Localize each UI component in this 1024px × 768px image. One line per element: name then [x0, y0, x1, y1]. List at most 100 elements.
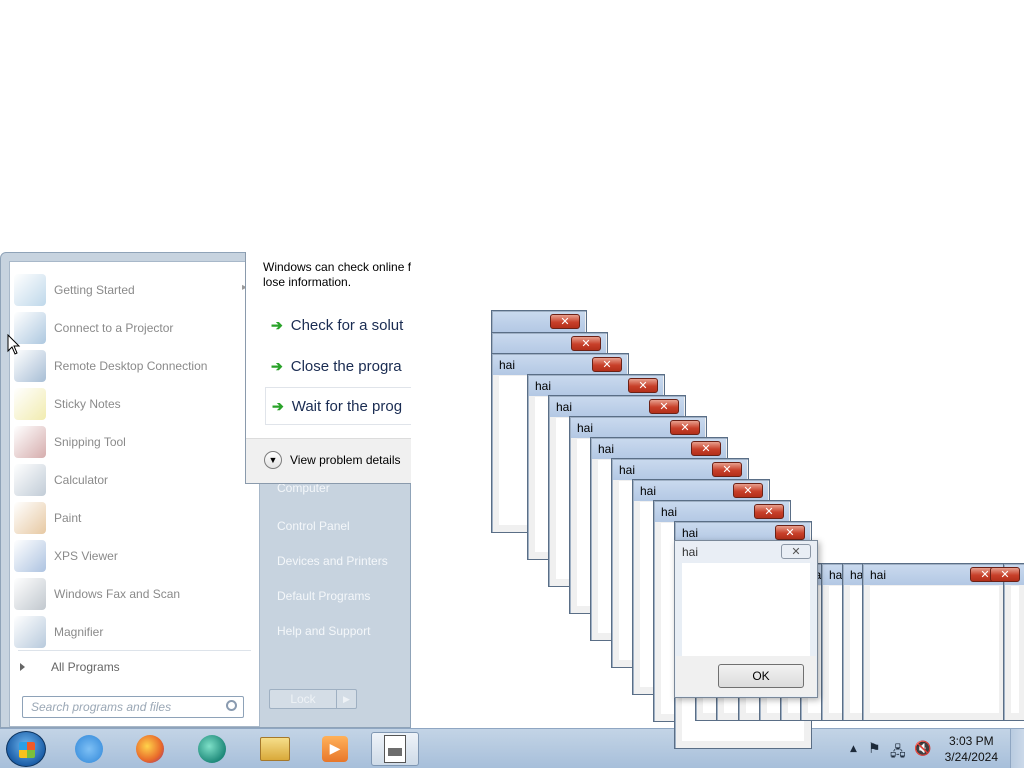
program-item[interactable]: Snipping Tool — [12, 424, 252, 460]
taskbar-media-player[interactable]: ▶ — [312, 732, 358, 766]
program-label: Snipping Tool — [54, 435, 126, 449]
close-icon[interactable]: ✕ — [733, 483, 763, 498]
program-item[interactable]: Remote Desktop Connection — [12, 348, 252, 384]
close-icon[interactable]: ✕ — [754, 504, 784, 519]
paint-icon — [14, 502, 46, 534]
program-label: Windows Fax and Scan — [54, 587, 181, 601]
document-icon — [384, 735, 406, 763]
calculator-icon — [14, 464, 46, 496]
close-icon[interactable]: ✕ — [691, 441, 721, 456]
search-placeholder: Search programs and files — [31, 700, 172, 714]
program-label: Magnifier — [54, 625, 104, 639]
hai-dialog[interactable]: hai✕ — [862, 563, 1007, 721]
taskbar-active-app[interactable] — [371, 732, 419, 766]
system-tray: ▲ ⚑ 🖧 🔇 3:03 PM 3/24/2024 — [824, 729, 1024, 768]
app-circle-icon — [198, 735, 226, 763]
fax-scan-icon — [14, 578, 46, 610]
not-responding-dialog: Windows can check online f lose informat… — [245, 252, 411, 484]
wait-program-option[interactable]: ➔ Wait for the prog — [265, 387, 411, 425]
network-icon[interactable]: 🖧 — [890, 741, 906, 765]
taskbar-internet-explorer[interactable] — [66, 732, 112, 766]
snipping-tool-icon — [14, 426, 46, 458]
lock-button[interactable]: Lock ▶ — [269, 689, 357, 709]
sticky-notes-icon — [14, 388, 46, 420]
program-item[interactable]: Sticky Notes — [12, 386, 252, 422]
all-programs-link[interactable]: All Programs — [20, 660, 120, 674]
divider — [18, 650, 251, 651]
ok-button[interactable]: OK — [718, 664, 804, 688]
volume-muted-icon[interactable]: 🔇 — [914, 741, 931, 757]
dialog-intro-text: Windows can check online f lose informat… — [263, 260, 411, 290]
details-label: View problem details — [290, 453, 401, 467]
media-player-icon: ▶ — [322, 736, 348, 762]
program-item[interactable]: Windows Fax and Scan — [12, 576, 252, 612]
taskbar-file-explorer[interactable] — [252, 732, 298, 766]
intro-line-2: lose information. — [263, 275, 352, 289]
show-desktop-button[interactable] — [1010, 729, 1024, 768]
dialog-body — [870, 586, 999, 713]
program-label: XPS Viewer — [54, 549, 118, 563]
program-label: Connect to a Projector — [54, 321, 174, 335]
windows-logo-icon — [19, 742, 35, 758]
chevron-right-icon[interactable]: ▶ — [336, 690, 356, 708]
hai-dialog-front[interactable]: hai ✕ OK — [674, 540, 818, 698]
getting-started-icon — [14, 274, 46, 306]
start-button[interactable] — [6, 731, 46, 767]
all-programs-label: All Programs — [51, 660, 120, 674]
show-hidden-icons-icon[interactable]: ▲ — [850, 744, 857, 754]
chevron-down-icon: ▼ — [264, 451, 282, 469]
internet-explorer-icon — [75, 735, 103, 763]
menu-item-default-programs[interactable]: Default Programs — [277, 589, 370, 603]
option-label: Check for a solut — [290, 316, 404, 334]
taskbar-app-circle[interactable] — [189, 732, 235, 766]
action-center-flag-icon[interactable]: ⚑ — [868, 741, 881, 757]
program-label: Calculator — [54, 473, 109, 487]
intro-line-1: Windows can check online f — [263, 260, 411, 274]
program-item[interactable]: Connect to a Projector — [12, 310, 252, 346]
clock[interactable]: 3:03 PM 3/24/2024 — [945, 733, 998, 765]
lock-label: Lock — [290, 692, 316, 706]
close-icon[interactable]: ✕ — [712, 462, 742, 477]
taskbar: ▶ ▲ ⚑ 🖧 🔇 3:03 PM 3/24/2024 — [0, 728, 1024, 768]
program-item[interactable]: XPS Viewer — [12, 538, 252, 574]
dialog-footer: ▼ View problem details — [246, 438, 411, 483]
xps-viewer-icon — [14, 540, 46, 572]
menu-item-help-support[interactable]: Help and Support — [277, 624, 370, 638]
check-solution-option[interactable]: ➔ Check for a solut — [265, 306, 411, 344]
menu-item-devices-printers[interactable]: Devices and Printers — [277, 554, 388, 568]
view-problem-details-button[interactable]: ▼ View problem details — [264, 451, 401, 469]
file-explorer-icon — [260, 737, 290, 761]
close-icon[interactable]: ✕ — [775, 525, 805, 540]
close-icon[interactable]: ✕ — [670, 420, 700, 435]
arrow-right-icon: ➔ — [271, 357, 283, 374]
close-program-option[interactable]: ➔ Close the progra — [265, 347, 411, 385]
triangle-right-icon — [20, 663, 25, 671]
arrow-right-icon: ➔ — [271, 316, 283, 333]
firefox-icon — [136, 735, 164, 763]
option-label: Wait for the prog — [291, 397, 403, 415]
close-icon[interactable]: ✕ — [649, 399, 679, 414]
mouse-pointer-icon — [7, 334, 21, 355]
search-icon — [226, 700, 237, 711]
program-item[interactable]: Magnifier — [12, 614, 252, 650]
close-icon[interactable]: ✕ — [781, 544, 811, 559]
taskbar-firefox[interactable] — [127, 732, 173, 766]
magnifier-icon — [14, 616, 46, 648]
program-label: Paint — [54, 511, 82, 525]
hai-dialog[interactable]: ✕ — [990, 563, 1024, 721]
menu-item-control-panel[interactable]: Control Panel — [277, 519, 350, 533]
close-icon[interactable]: ✕ — [571, 336, 601, 351]
program-item[interactable]: Paint — [12, 500, 252, 536]
close-icon[interactable]: ✕ — [990, 567, 1020, 582]
option-label: Close the progra — [290, 357, 402, 375]
program-label: Getting Started — [54, 283, 135, 297]
close-icon[interactable]: ✕ — [628, 378, 658, 393]
program-item[interactable]: Calculator — [12, 462, 252, 498]
arrow-right-icon: ➔ — [272, 397, 284, 414]
start-menu-programs-pane: Getting Started Connect to a Projector Rem… — [9, 261, 260, 727]
program-item[interactable]: Getting Started — [12, 272, 252, 308]
close-icon[interactable]: ✕ — [592, 357, 622, 372]
program-label: Remote Desktop Connection — [54, 359, 208, 373]
search-input[interactable]: Search programs and files — [22, 696, 244, 718]
close-icon[interactable]: ✕ — [550, 314, 580, 329]
